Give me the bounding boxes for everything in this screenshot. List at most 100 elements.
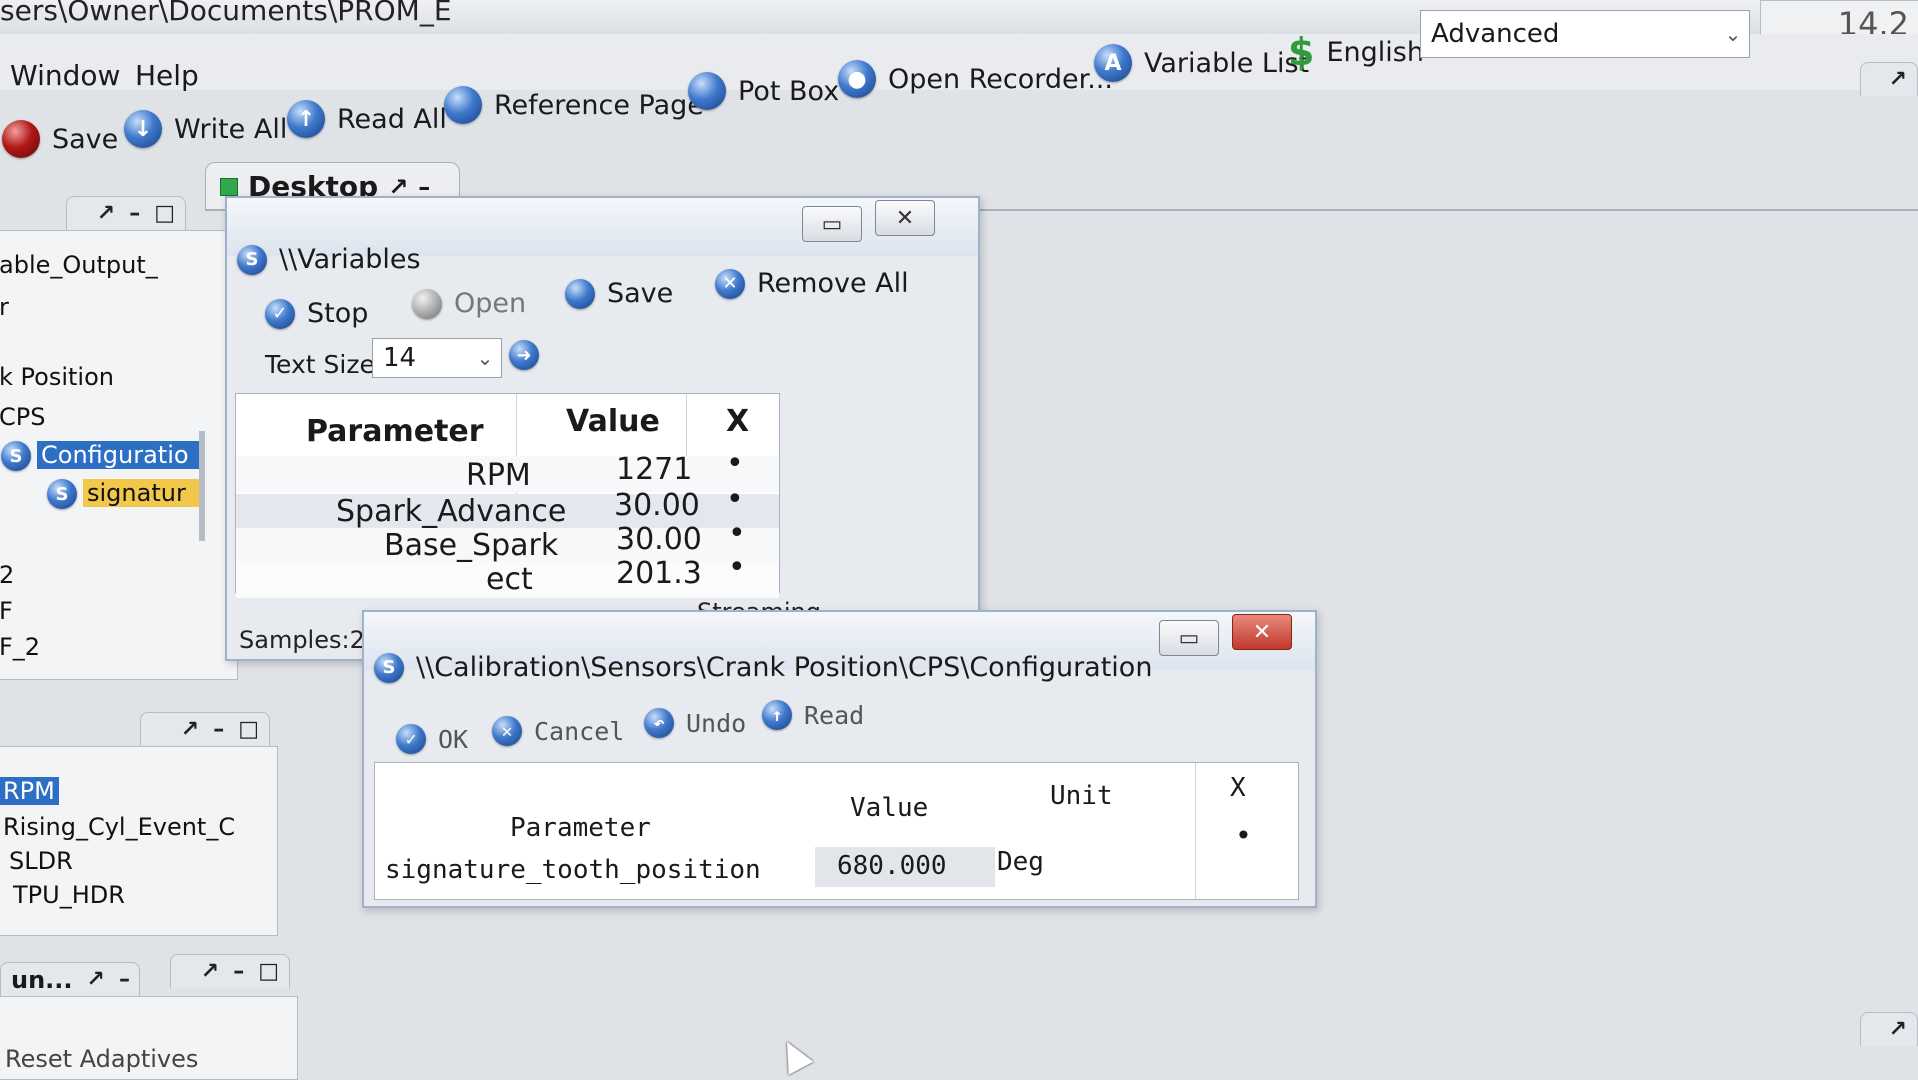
param-base-spark: Base_Spark: [384, 528, 559, 563]
tree-item[interactable]: able_Output_: [0, 251, 158, 279]
tree-item[interactable]: CPS: [0, 403, 45, 431]
reference-page-button-main[interactable]: Reference Page: [444, 86, 704, 124]
list-panel: RPM Rising_Cyl_Event_C SLDR TPU_HDR: [0, 746, 278, 936]
close-icon: ✕: [1252, 619, 1272, 645]
minimize-icon[interactable]: –: [119, 967, 130, 992]
list-item[interactable]: SLDR: [9, 847, 73, 875]
param-ect: ect: [486, 562, 533, 597]
param-spark-advance: Spark_Advance: [336, 494, 567, 529]
list-item[interactable]: TPU_HDR: [13, 881, 125, 909]
close-button[interactable]: ✕: [1232, 614, 1292, 650]
record-icon: ●: [838, 60, 876, 98]
variables-title-text: \\Variables: [279, 244, 421, 275]
ok-button[interactable]: ✓ OK: [396, 724, 468, 754]
language-button[interactable]: $ English: [1288, 30, 1424, 74]
remove-all-label: Remove All: [757, 268, 909, 299]
mode-select[interactable]: Advanced ⌄: [1420, 10, 1750, 58]
column-header-value[interactable]: Value: [566, 404, 660, 439]
save-button[interactable]: Save: [2, 120, 118, 158]
pin-icon[interactable]: ↗: [201, 959, 219, 984]
read-button[interactable]: ↑ Read: [762, 700, 864, 730]
write-all-button[interactable]: ↓ Write All: [124, 110, 287, 148]
chevron-down-icon: ⌄: [1724, 22, 1742, 46]
undo-button[interactable]: ↶ Undo: [644, 708, 746, 738]
tree-item[interactable]: 2: [0, 561, 14, 589]
column-header-parameter[interactable]: Parameter: [510, 813, 651, 843]
remove-base-spark[interactable]: •: [728, 516, 746, 551]
list-item[interactable]: Rising_Cyl_Event_C: [3, 813, 235, 841]
tree-item-signature[interactable]: signatur: [83, 479, 203, 507]
pot-box-button[interactable]: Pot Box: [688, 72, 839, 110]
remove-ect[interactable]: •: [728, 550, 746, 585]
func-panel-tab[interactable]: un... ↗ –: [0, 962, 140, 996]
apply-arrow-icon[interactable]: ➜: [509, 340, 539, 370]
open-icon: [412, 288, 442, 319]
maximize-icon[interactable]: □: [238, 717, 259, 742]
save-icon: [2, 120, 40, 158]
minimize-icon: ▭: [1178, 625, 1200, 651]
read-label: Read: [804, 700, 865, 730]
language-label: English: [1326, 36, 1424, 68]
maximize-icon[interactable]: □: [258, 959, 279, 984]
column-header-x[interactable]: X: [726, 404, 749, 439]
variables-title: S \\Variables: [237, 244, 421, 275]
variables-window: S \\Variables ▭ ✕ ✓ Stop Open Save ✕ Rem…: [225, 196, 980, 661]
pin-icon[interactable]: ↗: [181, 717, 199, 742]
tree-item[interactable]: k Position: [0, 363, 114, 391]
func-panel-controls: ↗ – □: [170, 954, 290, 988]
minimize-button[interactable]: ▭: [1159, 620, 1219, 656]
tree-item-configuration[interactable]: Configuratio: [37, 441, 205, 469]
column-header-value[interactable]: Value: [850, 793, 928, 823]
list-item-rpm[interactable]: RPM: [0, 777, 59, 805]
menu-help[interactable]: Help: [135, 48, 199, 104]
minimize-icon[interactable]: –: [213, 717, 224, 742]
save-variables-label: Save: [607, 278, 674, 309]
stop-button[interactable]: ✓ Stop: [265, 298, 368, 329]
pin-icon[interactable]: ↗: [1889, 67, 1907, 92]
remove-all-button[interactable]: ✕ Remove All: [715, 268, 909, 299]
tree-item[interactable]: r: [0, 293, 9, 321]
close-button[interactable]: ✕: [875, 200, 935, 236]
read-all-button[interactable]: ↑ Read All: [287, 100, 447, 138]
variable-list-button[interactable]: A Variable List: [1094, 44, 1309, 82]
ok-label: OK: [438, 724, 469, 754]
column-header-parameter[interactable]: Parameter: [306, 414, 484, 449]
open-recorder-button[interactable]: ● Open Recorder...: [838, 60, 1113, 98]
chevron-down-icon: ⌄: [476, 346, 494, 370]
text-size-label: Text Size: [265, 350, 375, 379]
minimize-icon[interactable]: –: [233, 959, 244, 984]
desktop-status-icon: [220, 177, 238, 196]
calibration-title-text: \\Calibration\Sensors\Crank Position\CPS…: [416, 652, 1153, 683]
minimize-button[interactable]: ▭: [802, 206, 862, 242]
cancel-icon: ✕: [492, 716, 522, 746]
remove-rpm[interactable]: •: [726, 446, 744, 481]
pin-icon[interactable]: ↗: [87, 967, 105, 992]
save-variables-button[interactable]: Save: [565, 278, 673, 309]
cancel-button[interactable]: ✕ Cancel: [492, 716, 624, 746]
tree-item[interactable]: F_2: [0, 633, 40, 661]
open-label: Open: [454, 288, 527, 319]
pin-icon[interactable]: ↗: [97, 201, 115, 226]
text-size-select[interactable]: 14 ⌄: [372, 338, 502, 378]
remove-spark-advance[interactable]: •: [726, 482, 744, 517]
column-header-x[interactable]: X: [1230, 773, 1246, 803]
minimize-icon[interactable]: –: [129, 201, 140, 226]
maximize-icon[interactable]: □: [154, 201, 175, 226]
scrollbar[interactable]: [199, 431, 205, 541]
reset-adaptives-item[interactable]: Reset Adaptives: [5, 1045, 198, 1073]
tree-item[interactable]: F: [0, 597, 13, 625]
remove-signature-tooth-position[interactable]: •: [1235, 819, 1252, 852]
column-header-unit[interactable]: Unit: [1050, 781, 1113, 811]
right-panel-controls: ↗: [1860, 62, 1918, 96]
open-button[interactable]: Open: [412, 288, 526, 319]
bottom-right-controls: ↗: [1860, 1012, 1918, 1046]
value-spark-advance[interactable]: 30.00: [614, 488, 700, 523]
value-rpm[interactable]: 1271: [616, 452, 692, 487]
value-base-spark[interactable]: 30.00: [616, 522, 702, 557]
value-signature-tooth-position[interactable]: 680.000: [837, 851, 947, 881]
value-ect[interactable]: 201.3: [616, 556, 702, 591]
pin-icon[interactable]: ↗: [1889, 1017, 1907, 1042]
pot-box-label: Pot Box: [738, 75, 840, 107]
menu-window[interactable]: Window: [10, 48, 120, 104]
unit-signature-tooth-position: Deg: [997, 847, 1044, 877]
